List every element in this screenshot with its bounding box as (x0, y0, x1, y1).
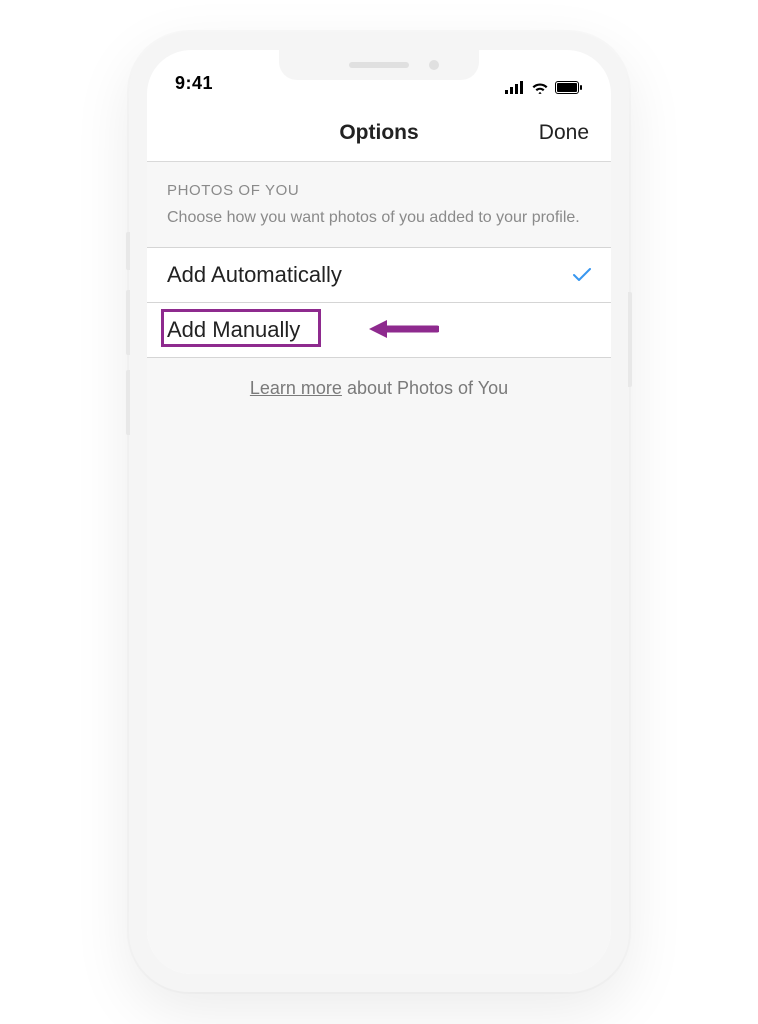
volume-up-button (126, 290, 130, 355)
navigation-bar: Options Done (147, 104, 611, 162)
status-time: 9:41 (175, 73, 213, 94)
annotation-arrow-icon (369, 317, 439, 347)
section-header-block: PHOTOS OF YOU Choose how you want photos… (147, 162, 611, 248)
checkmark-icon (573, 262, 591, 288)
learn-more-link[interactable]: Learn more (250, 378, 342, 398)
section-title: PHOTOS OF YOU (167, 182, 591, 199)
option-add-manually[interactable]: Add Manually (147, 303, 611, 358)
footer-text: Learn more about Photos of You (147, 358, 611, 419)
battery-icon (555, 81, 583, 94)
volume-down-button (126, 370, 130, 435)
phone-screen: 9:41 Options Done PHOTOS OF YOU Ch (147, 50, 611, 974)
cellular-signal-icon (505, 81, 525, 94)
done-button[interactable]: Done (539, 121, 589, 145)
phone-notch (279, 50, 479, 80)
power-button (628, 292, 632, 387)
section-description: Choose how you want photos of you added … (167, 207, 591, 229)
wifi-icon (531, 81, 549, 94)
phone-frame: 9:41 Options Done PHOTOS OF YOU Ch (129, 32, 629, 992)
status-icons (505, 81, 583, 94)
side-button (126, 232, 130, 270)
footer-suffix: about Photos of You (342, 378, 508, 398)
empty-area (147, 419, 611, 974)
option-add-automatically[interactable]: Add Automatically (147, 248, 611, 303)
option-label: Add Manually (167, 317, 300, 343)
speaker-grille (349, 62, 409, 68)
front-camera (429, 60, 439, 70)
option-label: Add Automatically (167, 262, 342, 288)
page-title: Options (339, 121, 418, 145)
